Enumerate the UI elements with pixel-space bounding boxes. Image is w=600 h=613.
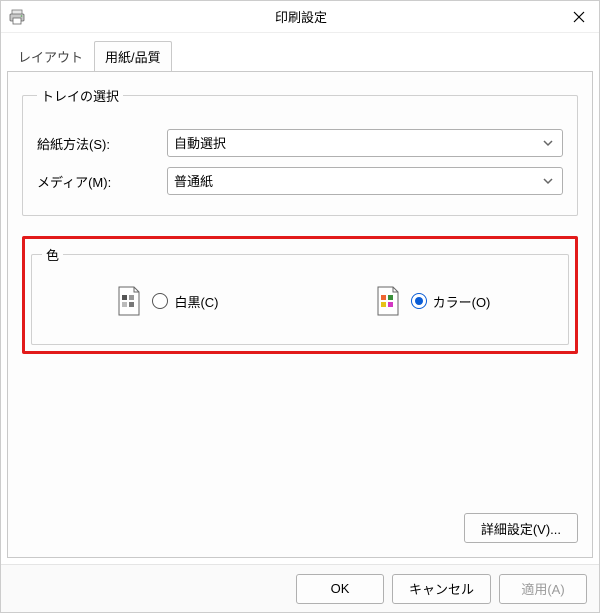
- media-row: メディア(M): 普通紙: [37, 167, 563, 195]
- tab-bar: レイアウト 用紙/品質: [1, 33, 599, 71]
- color-legend: 色: [42, 245, 63, 264]
- tab-layout[interactable]: レイアウト: [7, 41, 94, 72]
- tray-legend: トレイの選択: [37, 86, 123, 105]
- color-group: 色: [31, 245, 569, 345]
- printer-icon: [9, 9, 25, 25]
- cancel-button[interactable]: キャンセル: [392, 574, 491, 604]
- media-select[interactable]: 普通紙: [167, 167, 563, 195]
- titlebar: 印刷設定: [1, 1, 599, 33]
- media-label: メディア(M):: [37, 172, 167, 191]
- paper-source-row: 給紙方法(S): 自動選択: [37, 129, 563, 157]
- print-settings-dialog: 印刷設定 レイアウト 用紙/品質 トレイの選択 給紙方法(S): 自動選択 メデ…: [0, 0, 600, 613]
- bw-radio-indicator: [152, 293, 168, 309]
- tab-paper-quality[interactable]: 用紙/品質: [94, 41, 172, 72]
- bw-radio[interactable]: 白黒(C): [152, 292, 218, 311]
- tray-selection-group: トレイの選択 給紙方法(S): 自動選択 メディア(M): 普通紙: [22, 86, 578, 216]
- color-document-icon: [375, 286, 401, 316]
- color-radio-label: カラー(O): [433, 292, 491, 311]
- tab-panel-paper-quality: トレイの選択 給紙方法(S): 自動選択 メディア(M): 普通紙 色: [7, 71, 593, 558]
- color-highlight-box: 色: [22, 236, 578, 354]
- bw-option-block: 白黒(C): [42, 286, 293, 316]
- color-option-block: カラー(O): [307, 286, 558, 316]
- grayscale-document-icon: [116, 286, 142, 316]
- bw-radio-label: 白黒(C): [174, 292, 218, 311]
- close-button[interactable]: [559, 2, 599, 32]
- dialog-footer: OK キャンセル 適用(A): [1, 564, 599, 612]
- ok-button[interactable]: OK: [296, 574, 384, 604]
- color-radio-indicator: [411, 293, 427, 309]
- paper-source-label: 給紙方法(S):: [37, 134, 167, 153]
- dialog-title: 印刷設定: [31, 7, 591, 26]
- advanced-settings-button[interactable]: 詳細設定(V)...: [464, 513, 578, 543]
- color-options: 白黒(C): [42, 286, 558, 316]
- color-radio[interactable]: カラー(O): [411, 292, 491, 311]
- paper-source-select[interactable]: 自動選択: [167, 129, 563, 157]
- advanced-button-wrap: 詳細設定(V)...: [464, 513, 578, 543]
- apply-button[interactable]: 適用(A): [499, 574, 587, 604]
